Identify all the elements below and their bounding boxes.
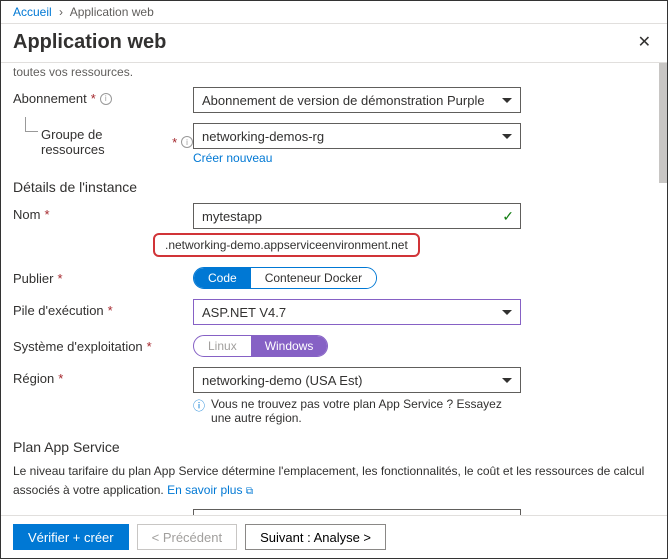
learn-more-link[interactable]: En savoir plus ⧉ [167,482,253,499]
label-name: Nom [13,207,40,222]
label-plan-windows: Plan Windows (networking-demo) [13,513,170,515]
plan-select[interactable]: (Nouveau) networking-demo-asp [193,509,521,515]
info-icon[interactable]: i [100,93,112,105]
label-subscription: Abonnement [13,91,87,106]
required-icon: * [57,271,62,286]
publish-toggle: Code Conteneur Docker [193,267,377,289]
required-icon: * [58,371,63,386]
wizard-footer: Vérifier + créer < Précédent Suivant : A… [1,515,667,558]
subscription-select[interactable]: Abonnement de version de démonstration P… [193,87,521,113]
section-plan: Plan App Service [13,439,655,455]
required-icon: * [108,303,113,318]
label-region: Région [13,371,54,386]
create-new-rg-link[interactable]: Créer nouveau [193,151,272,165]
intro-text: toutes vos ressources. [13,63,655,87]
os-toggle: Linux Windows [193,335,328,357]
close-icon[interactable]: ✕ [634,28,655,56]
breadcrumb-home[interactable]: Accueil [13,5,52,19]
label-resource-group: Groupe de ressources [41,127,168,157]
info-icon: ⓘ [193,397,205,414]
external-link-icon: ⧉ [246,486,253,497]
previous-button[interactable]: < Précédent [137,524,237,550]
resource-group-select[interactable]: networking-demos-rg [193,123,521,149]
info-icon[interactable]: i [181,136,193,148]
scrollbar[interactable] [659,63,667,183]
os-windows-option[interactable]: Windows [251,336,328,356]
region-value: networking-demo (USA Est) [202,373,362,388]
label-runtime: Pile d'exécution [13,303,104,318]
required-icon: * [44,207,49,222]
subscription-value: Abonnement de version de démonstration P… [202,93,485,108]
required-icon: * [172,135,177,150]
plan-desc-text: Le niveau tarifaire du plan App Service … [13,464,644,497]
os-linux-option[interactable]: Linux [194,336,251,356]
runtime-select[interactable]: ASP.NET V4.7 [193,299,521,325]
required-icon: * [91,91,96,106]
breadcrumb-current: Application web [70,5,154,19]
review-create-button[interactable]: Vérifier + créer [13,524,129,550]
chevron-right-icon: › [59,5,63,19]
plan-description: Le niveau tarifaire du plan App Service … [13,463,655,499]
breadcrumb: Accueil › Application web [1,1,667,24]
publish-docker-option[interactable]: Conteneur Docker [251,268,376,288]
checkmark-icon: ✓ [502,208,514,225]
plan-value: (Nouveau) networking-demo-asp [202,514,391,515]
runtime-value: ASP.NET V4.7 [202,305,286,320]
resource-group-value: networking-demos-rg [202,129,324,144]
page-title: Application web [13,31,166,54]
name-value: mytestapp [202,209,262,224]
region-hint: Vous ne trouvez pas votre plan App Servi… [211,397,521,425]
name-input[interactable]: mytestapp ✓ [193,203,521,229]
section-instance-details: Détails de l'instance [13,179,655,195]
publish-code-option[interactable]: Code [194,268,251,288]
domain-suffix-callout: .networking-demo.appserviceenvironment.n… [153,233,420,257]
required-icon: * [147,339,152,354]
label-publish: Publier [13,271,53,286]
region-select[interactable]: networking-demo (USA Est) [193,367,521,393]
next-button[interactable]: Suivant : Analyse > [245,524,386,550]
label-os: Système d'exploitation [13,339,143,354]
